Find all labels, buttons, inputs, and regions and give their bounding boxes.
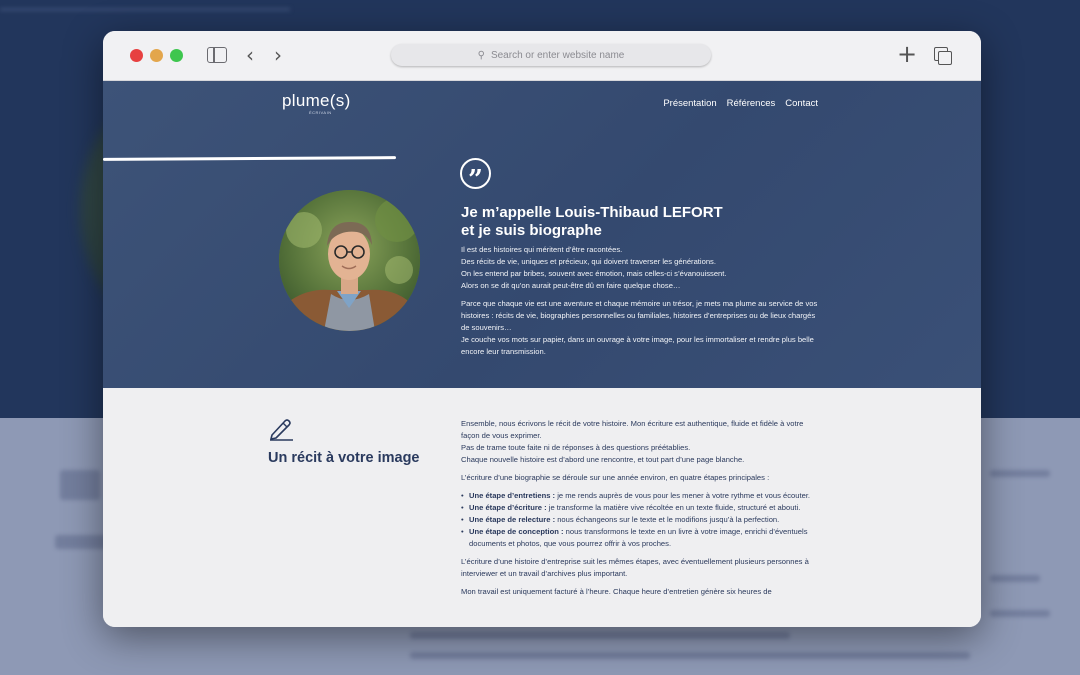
web-page: plume(s) ÉCRIVAIN Présentation Référence… <box>103 81 981 627</box>
recit-section: Un récit à votre image Ensemble, nous éc… <box>103 388 981 627</box>
new-tab-icon[interactable]: + <box>897 42 917 66</box>
address-bar[interactable]: ⚲ Search or enter website name <box>391 44 711 66</box>
list-item: Une étape d’écriture : je transforme la … <box>461 502 821 514</box>
hero-title: Je m’appelle Louis-Thibaud LEFORT et je … <box>461 204 723 240</box>
decorative-divider <box>103 156 397 161</box>
step-label: Une étape d’entretiens : <box>469 491 556 500</box>
hero-title-line1: Je m’appelle Louis-Thibaud LEFORT <box>461 204 723 221</box>
sidebar-toggle-icon[interactable] <box>207 47 227 63</box>
list-item: Une étape de conception : nous transform… <box>461 526 821 550</box>
nav-link-references[interactable]: Références <box>727 98 776 109</box>
minimize-window-button[interactable] <box>150 49 163 62</box>
section-intro: Ensemble, nous écrivons le récit de votr… <box>461 419 804 464</box>
hero-text: Il est des histoires qui méritent d’être… <box>461 244 821 364</box>
nav-link-contact[interactable]: Contact <box>785 98 818 109</box>
list-item: Une étape de relecture : nous échangeons… <box>461 514 821 526</box>
hero-paragraph: Il est des histoires qui méritent d’être… <box>461 245 727 290</box>
step-label: Une étape de conception : <box>469 527 564 536</box>
hero-paragraph: Parce que chaque vie est une aventure et… <box>461 299 818 356</box>
address-placeholder: Search or enter website name <box>490 49 625 61</box>
step-label: Une étape d’écriture : <box>469 503 547 512</box>
maximize-window-button[interactable] <box>170 49 183 62</box>
tab-overview-icon[interactable] <box>934 47 952 65</box>
nav-link-presentation[interactable]: Présentation <box>663 98 716 109</box>
main-nav: Présentation Références Contact <box>663 98 818 109</box>
close-window-button[interactable] <box>130 49 143 62</box>
step-text: je me rends auprès de vous pour les mene… <box>555 491 811 500</box>
browser-toolbar: ‹ › ⚲ Search or enter website name + <box>103 31 981 81</box>
site-logo[interactable]: plume(s) <box>282 91 351 111</box>
hero-title-line2: et je suis biographe <box>461 222 602 239</box>
step-label: Une étape de relecture : <box>469 515 556 524</box>
section-title: Un récit à votre image <box>268 450 420 466</box>
step-text: je transforme la matière vive récoltée e… <box>546 503 801 512</box>
author-portrait <box>279 190 420 331</box>
pen-icon <box>270 419 293 441</box>
site-logo-subtitle: ÉCRIVAIN <box>309 110 332 115</box>
search-icon: ⚲ <box>477 49 485 61</box>
browser-window: ‹ › ⚲ Search or enter website name + plu… <box>103 31 981 627</box>
step-text: nous échangeons sur le texte et le modif… <box>555 515 780 524</box>
pricing-paragraph: Mon travail est uniquement facturé à l’h… <box>461 587 772 596</box>
quote-icon: ” <box>460 158 491 193</box>
steps-intro: L’écriture d’une biographie se déroule s… <box>461 473 770 482</box>
back-arrow-icon[interactable]: ‹ <box>246 45 254 65</box>
forward-arrow-icon[interactable]: › <box>274 45 282 65</box>
list-item: Une étape d’entretiens : je me rends aup… <box>461 490 821 502</box>
enterprise-paragraph: L’écriture d’une histoire d’entreprise s… <box>461 557 809 578</box>
hero-section: plume(s) ÉCRIVAIN Présentation Référence… <box>103 81 981 388</box>
steps-list: Une étape d’entretiens : je me rends aup… <box>461 490 821 550</box>
section-body: Ensemble, nous écrivons le récit de votr… <box>461 418 821 604</box>
